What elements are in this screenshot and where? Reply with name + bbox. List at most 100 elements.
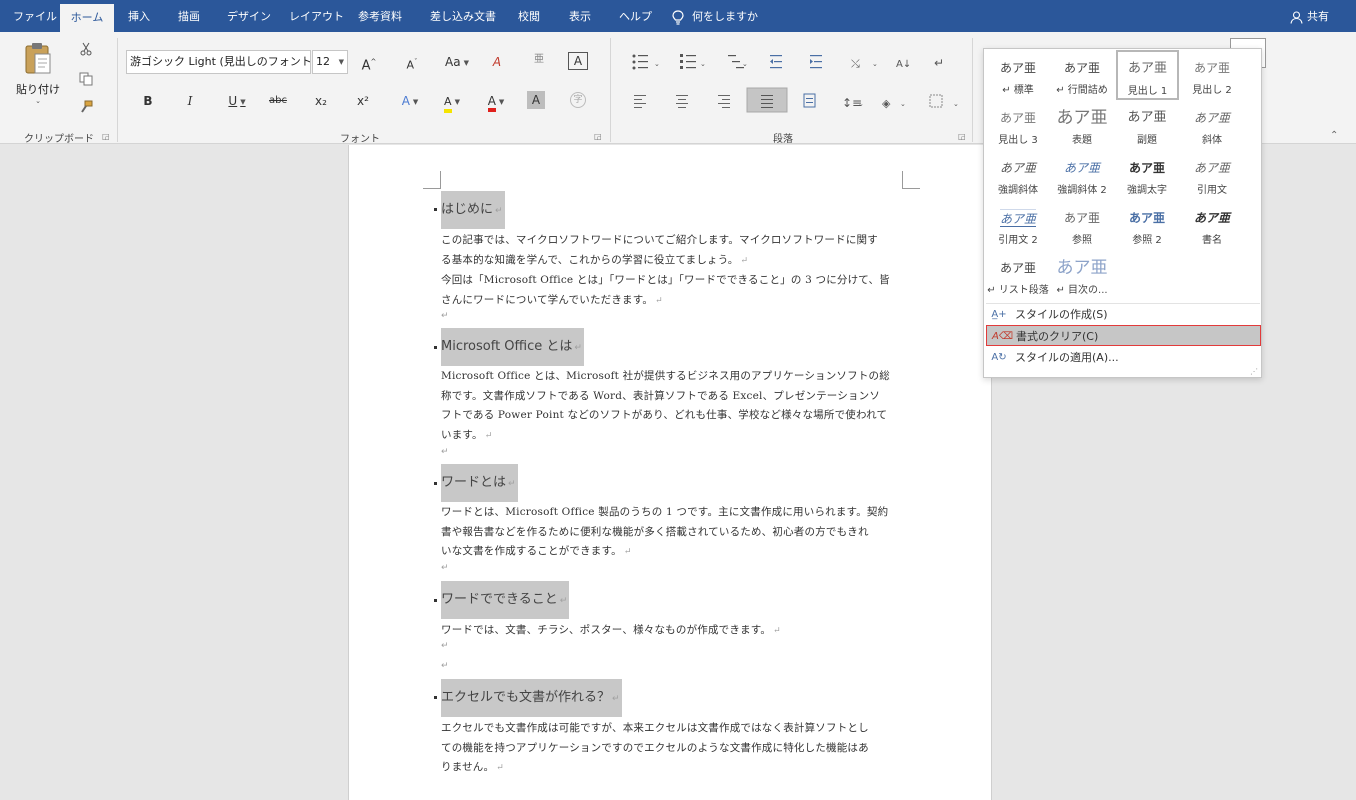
heading-bullet [434,208,437,211]
clipboard-launcher-icon[interactable]: ◲ [102,132,110,141]
heading-3[interactable]: ワードとは ↵ [441,464,518,502]
heading-1[interactable]: はじめに ↵ [441,191,505,229]
create-style-menu-item[interactable]: A̲+ スタイルの作成(S) [986,304,1261,325]
share-button[interactable]: 共有 [1290,0,1329,32]
style-toc-heading[interactable]: あア亜 ↵ 目次の... [1051,251,1113,299]
group-divider [610,38,611,142]
style-intense-emphasis[interactable]: あア亜 強調斜体 2 [1051,151,1113,199]
font-name-combo[interactable]: 游ゴシック Light (見出しのフォント - 日 [126,50,311,74]
tab-view[interactable]: 表示 [569,0,591,32]
tab-layout[interactable]: レイアウト [289,0,344,32]
clear-formatting-menu-item[interactable]: A⌫ 書式のクリア(C) [986,325,1261,346]
font-color-button[interactable]: A ▼ [478,91,514,113]
collapse-ribbon-icon[interactable]: ⌃ [1330,130,1338,141]
tell-me-search[interactable]: 何をしますか [672,0,758,32]
resize-grip-icon[interactable]: ⋰ [1250,367,1258,376]
tab-review[interactable]: 校閲 [518,0,540,32]
style-heading-2[interactable]: あア亜 見出し 2 [1181,51,1243,99]
copy-button[interactable] [76,72,96,94]
body-paragraph[interactable]: この記事では、マイクロソフトワードについてご紹介します。マイクロソフトワードに関… [441,231,903,311]
font-name-value: 游ゴシック Light (見出しのフォント - 日 [130,55,311,68]
change-case-button[interactable]: Aa ▼ [441,52,473,74]
svg-text:⌄: ⌄ [953,100,959,108]
apply-styles-menu-item[interactable]: A↻ スタイルの適用(A)... [986,347,1261,368]
font-size-combo[interactable]: 12 ▼ [312,50,348,74]
paragraph-group-label: 段落 [773,134,793,145]
borders-icon [929,94,943,108]
paragraph-launcher-icon[interactable]: ◲ [958,132,966,141]
body-paragraph[interactable]: エクセルでも文書作成は可能ですが、本来エクセルは文書作成ではなく表計算ソフトとし… [441,719,903,779]
bullets-icon [632,54,648,70]
strikethrough-button[interactable]: abc [265,91,291,113]
tab-draw[interactable]: 描画 [178,0,200,32]
style-heading-1[interactable]: あア亜 見出し 1 [1116,50,1179,100]
style-strong[interactable]: あア亜 強調太字 [1116,151,1178,199]
heading-bullet [434,599,437,602]
style-intense-reference[interactable]: あア亜 参照 2 [1116,201,1178,249]
empty-paragraph-mark: ↵ [441,311,449,321]
tab-design[interactable]: デザイン [227,0,271,32]
heading-2[interactable]: Microsoft Office とは ↵ [441,328,584,366]
heading-4[interactable]: ワードでできること ↵ [441,581,570,619]
font-launcher-icon[interactable]: ◲ [594,132,602,141]
document-page[interactable]: はじめに ↵ この記事では、マイクロソフトワードについてご紹介します。マイクロソフ… [348,145,992,800]
group-divider [972,38,973,142]
highlight-color-button[interactable]: A ▼ [434,91,470,113]
style-title[interactable]: あア亜 表題 [1051,101,1113,149]
tab-help[interactable]: ヘルプ [619,0,652,32]
character-shading-button[interactable]: A [527,91,545,109]
paragraph-controls: ⌄ ⌄ ⌄ ⤯ ⌄ A↓ ↵ ↕≡ ⌄ ◈ ⌄ ⌄ [620,46,960,126]
style-reference[interactable]: あア亜 参照 [1051,201,1113,249]
subscript-button[interactable]: x₂ [310,91,332,113]
clear-formatting-button[interactable]: A [486,52,508,74]
style-book-title[interactable]: あア亜 書名 [1181,201,1243,249]
cut-button[interactable] [76,42,96,64]
body-paragraph[interactable]: ワードとは、Microsoft Office 製品のうちの 1 つです。主に文書… [441,503,903,563]
apply-styles-icon: A↻ [991,352,1007,363]
body-paragraph[interactable]: Microsoft Office とは、Microsoft 社が提供するビジネス… [441,367,903,446]
crop-mark-right [902,171,920,189]
tab-home[interactable]: ホーム [60,4,114,32]
tab-file[interactable]: ファイル [13,0,57,32]
superscript-button[interactable]: x² [352,91,374,113]
share-label: 共有 [1307,10,1329,23]
chevron-down-icon: ▼ [338,58,344,66]
clipboard-group-label: クリップボード [24,134,94,145]
phonetic-guide-button[interactable]: 亜 [528,50,550,72]
style-emphasis[interactable]: あア亜 強調斜体 [987,151,1049,199]
body-paragraph[interactable]: ワードでは、文書、チラシ、ポスター、様々なものが作成できます。 ↵ [441,621,903,642]
tab-insert[interactable]: 挿入 [128,0,150,32]
align-left-icon [634,95,646,108]
paragraph-icons: ⌄ ⌄ ⌄ ⤯ ⌄ A↓ ↵ ↕≡ ⌄ ◈ ⌄ ⌄ [632,54,959,113]
tab-references[interactable]: 参考資料 [358,0,402,32]
heading-bullet [434,346,437,349]
grow-font-button[interactable]: A^ [357,52,381,74]
italic-button[interactable]: I [180,91,200,113]
ribbon-tab-bar: ファイル ホーム 挿入 描画 デザイン レイアウト 参考資料 差し込み文書 校閲… [0,0,1356,32]
heading-5[interactable]: エクセルでも文書が作れる？ ↵ [441,679,622,717]
shrink-font-button[interactable]: Aˇ [400,52,424,74]
style-heading-3[interactable]: あア亜 見出し 3 [987,101,1049,149]
style-normal[interactable]: あア亜 ↵ 標準 [987,51,1049,99]
svg-text:⌄: ⌄ [858,100,864,108]
svg-text:⌄: ⌄ [742,60,748,68]
enclose-characters-button[interactable]: 字 [568,90,588,112]
text-effects-button[interactable]: A ▼ [394,91,426,113]
style-list-paragraph[interactable]: あア亜 ↵ リスト段落 [987,251,1049,299]
style-quote[interactable]: あア亜 引用文 [1181,151,1243,199]
style-subtitle[interactable]: あア亜 副題 [1116,101,1178,149]
scissors-icon [80,42,92,56]
format-painter-button[interactable] [76,100,96,122]
svg-text:⌄: ⌄ [700,60,706,68]
style-intense-quote[interactable]: あア亜 引用文 2 [987,201,1049,249]
paste-button[interactable]: 貼り付け ⌄ [12,40,64,118]
svg-text:⌄: ⌄ [872,60,878,68]
underline-button[interactable]: U ▼ [221,91,253,113]
bold-button[interactable]: B [138,91,158,113]
character-border-button[interactable]: A [568,52,588,70]
style-italic[interactable]: あア亜 斜体 [1181,101,1243,149]
tab-mailings[interactable]: 差し込み文書 [430,0,496,32]
chevron-down-icon: ⌄ [35,97,41,105]
lightbulb-icon [672,9,684,25]
style-no-spacing[interactable]: あア亜 ↵ 行間詰め [1051,51,1113,99]
